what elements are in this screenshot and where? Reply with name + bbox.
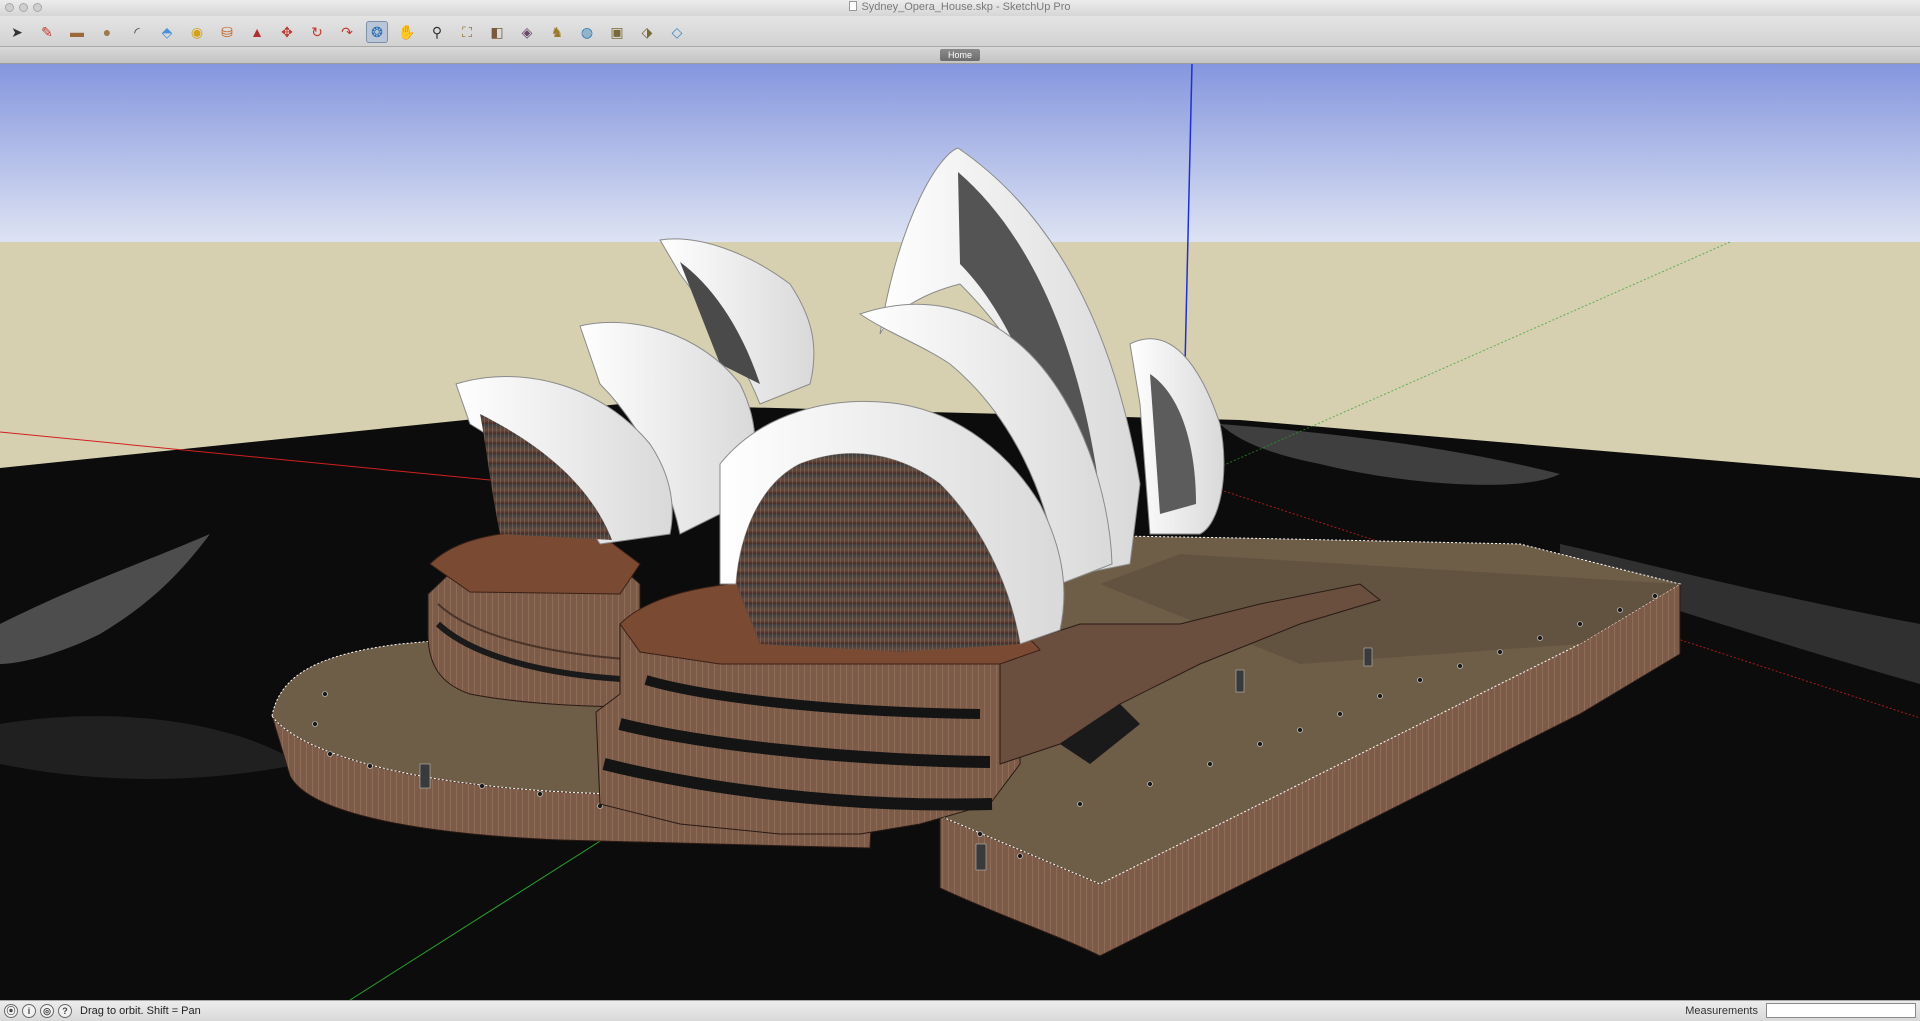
info-sign <box>1235 669 1245 693</box>
main-toolbar: ➤ ✎ ▬ ● ◜ ⬘ ◉ ⛁ ▲ ✥ ↻ ↷ ❂ ✋ ⚲ ⛶ ◧ ◈ ♞ ◍ ▣ ⬗ ◇ <box>0 16 1920 47</box>
tape-measure-tool[interactable]: ◉ <box>186 21 208 43</box>
camera-icon: ◈ <box>521 24 533 40</box>
zoom-extents-tool[interactable]: ⛶ <box>456 21 478 43</box>
window-title-text: Sydney_Opera_House.skp - SketchUp Pro <box>861 1 1071 13</box>
paint-bucket-icon: ⛁ <box>221 24 233 40</box>
viewport-scene[interactable] <box>0 64 1920 1000</box>
zoom-extents-icon: ⛶ <box>462 24 472 40</box>
pencil-icon: ✎ <box>41 24 53 40</box>
pan-tool[interactable]: ✋ <box>396 21 418 43</box>
previous-view-tool[interactable]: ◧ <box>486 21 508 43</box>
status-bar: ⦿ i ◎ ? Drag to orbit. Shift = Pan Measu… <box>0 1000 1920 1021</box>
info-sign <box>419 763 431 789</box>
select-tool[interactable]: ➤ <box>6 21 28 43</box>
info-sign <box>975 843 987 871</box>
status-hint: Drag to orbit. Shift = Pan <box>80 1005 201 1017</box>
title-bar: Sydney_Opera_House.skp - SketchUp Pro <box>0 0 1920 17</box>
rectangle-icon: ▬ <box>70 24 84 40</box>
rotate-tool[interactable]: ↻ <box>306 21 328 43</box>
arrow-cursor-icon: ➤ <box>11 24 23 40</box>
paint-bucket-tool[interactable]: ⛁ <box>216 21 238 43</box>
measurements-input[interactable] <box>1766 1003 1916 1018</box>
measurements-label: Measurements <box>1685 1005 1758 1017</box>
hand-icon: ✋ <box>398 24 416 40</box>
credits-status-icon[interactable]: i <box>22 1004 36 1018</box>
circle-icon: ● <box>102 24 112 40</box>
orbit-tool[interactable]: ❂ <box>366 21 388 43</box>
previous-view-icon: ◧ <box>490 24 504 40</box>
user-status-icon[interactable]: ◎ <box>40 1004 54 1018</box>
model-viewport[interactable] <box>0 64 1920 1000</box>
move-tool[interactable]: ✥ <box>276 21 298 43</box>
info-sign <box>1363 647 1373 667</box>
walk-tool[interactable]: ♞ <box>546 21 568 43</box>
footprints-icon: ♞ <box>550 24 564 40</box>
circle-tool[interactable]: ● <box>96 21 118 43</box>
magnifier-icon: ⚲ <box>431 24 443 40</box>
window-title: Sydney_Opera_House.skp - SketchUp Pro <box>0 1 1920 13</box>
extension-tool[interactable]: ◇ <box>666 21 688 43</box>
share-model-tool[interactable]: ⬗ <box>636 21 658 43</box>
scenes-tab-strip: Home <box>0 47 1920 64</box>
extension-icon: ◇ <box>671 24 683 40</box>
3d-warehouse-icon: ▣ <box>610 24 624 40</box>
rectangle-tool[interactable]: ▬ <box>66 21 88 43</box>
warehouse-tool[interactable]: ▣ <box>606 21 628 43</box>
eraser-icon: ⬘ <box>161 24 173 40</box>
geo-location-tool[interactable]: ◍ <box>576 21 598 43</box>
globe-icon: ◍ <box>580 24 594 40</box>
push-pull-tool[interactable]: ▲ <box>246 21 268 43</box>
rotate-icon: ↻ <box>311 24 323 40</box>
arc-tool[interactable]: ◜ <box>126 21 148 43</box>
follow-me-icon: ↷ <box>341 24 353 40</box>
tape-measure-icon: ◉ <box>190 24 204 40</box>
geo-location-status-icon[interactable]: ⦿ <box>4 1004 18 1018</box>
help-status-icon[interactable]: ? <box>58 1004 72 1018</box>
arc-icon: ◜ <box>134 24 140 40</box>
document-icon <box>849 1 858 11</box>
push-pull-icon: ▲ <box>250 24 264 40</box>
share-model-icon: ⬗ <box>641 24 653 40</box>
eraser-tool[interactable]: ⬘ <box>156 21 178 43</box>
scene-tab-home[interactable]: Home <box>940 49 980 61</box>
position-camera-tool[interactable]: ◈ <box>516 21 538 43</box>
follow-me-tool[interactable]: ↷ <box>336 21 358 43</box>
orbit-icon: ❂ <box>371 24 383 40</box>
zoom-tool[interactable]: ⚲ <box>426 21 448 43</box>
line-tool[interactable]: ✎ <box>36 21 58 43</box>
move-icon: ✥ <box>281 24 293 40</box>
